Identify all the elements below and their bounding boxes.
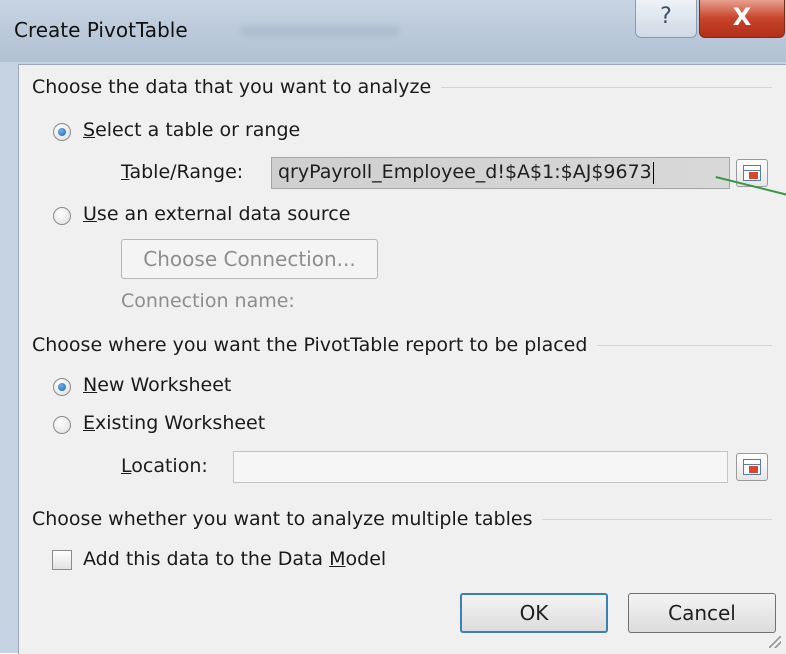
- placement-section-heading: Choose where you want the PivotTable rep…: [32, 334, 772, 356]
- external-source-radio[interactable]: [53, 207, 71, 225]
- select-table-label[interactable]: Select a table or range: [83, 119, 300, 141]
- existing-worksheet-radio[interactable]: [53, 416, 71, 434]
- location-input[interactable]: [233, 451, 728, 483]
- title-bar-smudge: [240, 26, 400, 36]
- select-table-radio[interactable]: [53, 123, 71, 141]
- analyze-section-heading: Choose the data that you want to analyze: [32, 76, 772, 98]
- ok-button[interactable]: OK: [460, 593, 608, 633]
- data-model-checkbox[interactable]: [52, 550, 72, 570]
- section-divider: [441, 86, 772, 88]
- table-range-label: Table/Range:: [121, 161, 244, 183]
- analyze-heading-text: Choose the data that you want to analyze: [32, 76, 432, 98]
- connection-name-label: Connection name:: [121, 290, 295, 312]
- cancel-button[interactable]: Cancel: [628, 593, 776, 633]
- text-caret: [652, 161, 654, 184]
- data-model-label[interactable]: Add this data to the Data Model: [83, 548, 386, 570]
- close-button[interactable]: X: [699, 0, 785, 38]
- title-bar: Create PivotTable ? X: [0, 0, 786, 62]
- location-label: Location:: [121, 455, 208, 477]
- resize-grip[interactable]: [769, 636, 781, 648]
- existing-worksheet-label[interactable]: Existing Worksheet: [83, 412, 265, 434]
- window-title: Create PivotTable: [14, 18, 188, 42]
- multiple-tables-section-heading: Choose whether you want to analyze multi…: [32, 508, 772, 530]
- location-picker-icon[interactable]: [736, 453, 768, 481]
- section-divider: [597, 344, 772, 346]
- placement-heading-text: Choose where you want the PivotTable rep…: [32, 334, 588, 356]
- new-worksheet-radio[interactable]: [53, 378, 71, 396]
- section-divider: [542, 518, 772, 520]
- multiple-tables-heading-text: Choose whether you want to analyze multi…: [32, 508, 533, 530]
- new-worksheet-label[interactable]: New Worksheet: [83, 374, 231, 396]
- table-range-input[interactable]: qryPayroll_Employee_d!$A$1:$AJ$9673: [271, 157, 730, 189]
- help-button[interactable]: ?: [635, 0, 697, 38]
- choose-connection-button[interactable]: Choose Connection...: [121, 239, 378, 279]
- external-source-label[interactable]: Use an external data source: [83, 203, 350, 225]
